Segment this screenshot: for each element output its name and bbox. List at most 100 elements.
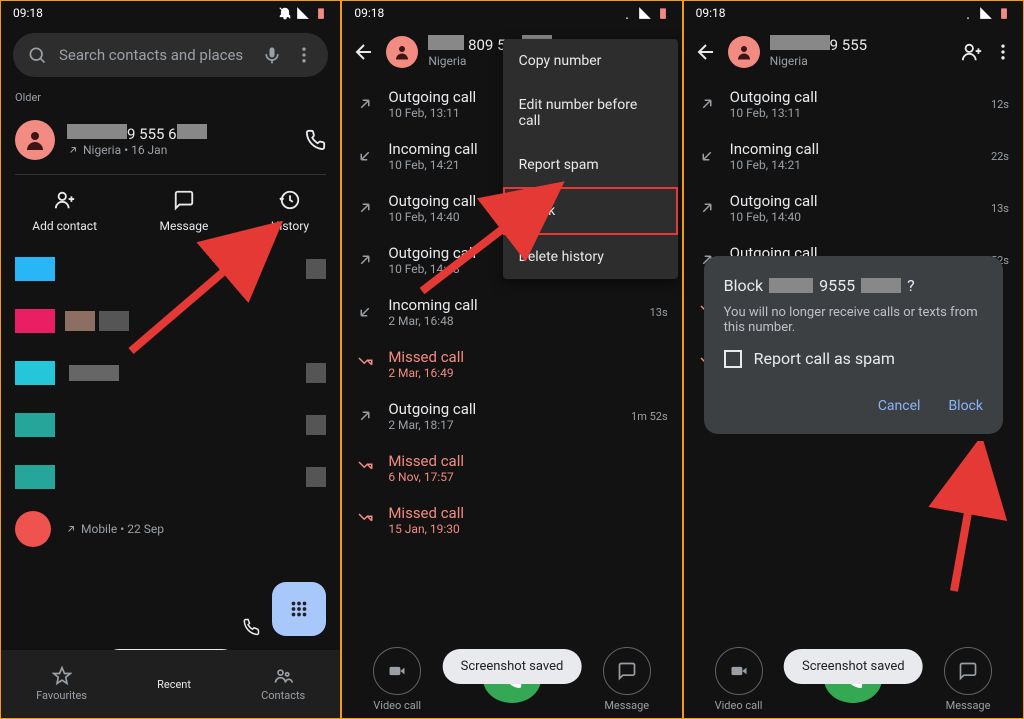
status-bar: 09:18 — [1, 1, 340, 25]
contact-header[interactable]: 9 555 6 Nigeria • 16 Jan — [1, 110, 340, 170]
missed-arrow-icon — [356, 511, 374, 529]
action-row: Add contact Message History — [1, 179, 340, 243]
back-arrow-icon[interactable] — [352, 40, 376, 64]
outgoing-arrow-icon — [67, 144, 79, 156]
message-button[interactable]: Message — [160, 189, 209, 233]
bell-off-icon — [620, 6, 634, 20]
call-icon[interactable] — [304, 129, 326, 151]
status-time: 09:18 — [696, 6, 726, 20]
log-sub: 15 Jan, 19:30 — [388, 522, 653, 536]
history-button[interactable]: History — [271, 189, 309, 233]
log-item[interactable]: Missed call2 Mar, 16:49 — [342, 338, 681, 390]
menu-edit-number[interactable]: Edit number before call — [503, 83, 678, 143]
log-sub: 10 Feb, 14:40 — [730, 210, 977, 224]
report-spam-checkbox[interactable]: Report call as spam — [724, 349, 983, 368]
incoming-arrow-icon — [356, 147, 374, 165]
section-older: Older — [1, 85, 340, 110]
add-contact-icon[interactable] — [961, 41, 983, 63]
list-item[interactable] — [1, 243, 340, 295]
person-icon — [23, 128, 47, 152]
log-info: Incoming call10 Feb, 14:21 — [730, 140, 977, 172]
list-item[interactable] — [1, 347, 340, 399]
message-button[interactable] — [944, 647, 992, 695]
log-title: Outgoing call — [730, 192, 977, 210]
message-icon — [617, 661, 637, 681]
search-bar[interactable]: Search contacts and places — [13, 33, 328, 77]
log-item[interactable]: Outgoing call2 Mar, 18:17 1m 52s — [342, 390, 681, 442]
list-item[interactable] — [1, 399, 340, 451]
incoming-arrow-icon — [698, 147, 716, 165]
avatar — [728, 36, 760, 68]
cancel-button[interactable]: Cancel — [878, 398, 921, 414]
outgoing-arrow-icon — [356, 407, 374, 425]
status-icons — [961, 6, 1011, 20]
dialog-title: Block 9555 ? — [724, 276, 983, 295]
more-icon[interactable] — [993, 42, 1013, 62]
log-list: Mobile • 22 Sep — [1, 243, 340, 555]
log-item[interactable]: Outgoing call10 Feb, 14:4013s — [684, 182, 1023, 234]
status-icons — [278, 6, 328, 20]
menu-report-spam[interactable]: Report spam — [503, 143, 678, 187]
battery-icon — [997, 6, 1011, 20]
log-title: Missed call — [388, 348, 653, 366]
video-call-button[interactable] — [373, 647, 421, 695]
log-sub: 10 Feb, 13:11 — [730, 106, 977, 120]
log-item[interactable]: Outgoing call10 Feb, 13:11 12s — [684, 78, 1023, 130]
signal-icon — [979, 6, 993, 20]
log-duration: 12s — [991, 98, 1009, 111]
battery-icon — [314, 6, 328, 20]
back-arrow-icon[interactable] — [694, 40, 718, 64]
list-item[interactable]: Mobile • 22 Sep — [1, 503, 340, 555]
log-title: Incoming call — [730, 140, 977, 158]
toast: Screenshot saved — [784, 649, 923, 684]
message-icon — [958, 661, 978, 681]
contact-sub: Nigeria • 16 Jan — [67, 143, 292, 157]
log-duration: 13s — [650, 306, 668, 319]
contact-number: 9 555 6 — [67, 124, 292, 143]
menu-delete-history[interactable]: Delete history — [503, 235, 678, 279]
more-icon[interactable] — [294, 45, 314, 65]
message-button[interactable] — [603, 647, 651, 695]
annotation-arrow-icon — [924, 441, 1024, 601]
dialpad-icon — [288, 598, 310, 620]
video-icon — [729, 661, 749, 681]
divider — [15, 174, 326, 175]
nav-recent[interactable]: Recent — [157, 678, 191, 691]
missed-arrow-icon — [356, 355, 374, 373]
detail-header: 9 555 Nigeria — [684, 25, 1023, 78]
block-dialog: Block 9555 ? You will no longer receive … — [704, 256, 1003, 434]
log-item[interactable]: Missed call6 Nov, 17:57 — [342, 442, 681, 494]
nav-favourites[interactable]: Favourites — [36, 666, 87, 702]
list-item[interactable] — [1, 295, 340, 347]
nav-contacts[interactable]: Contacts — [261, 666, 305, 702]
mic-icon[interactable] — [262, 45, 282, 65]
block-button[interactable]: Block — [948, 398, 983, 414]
log-title: Missed call — [388, 452, 653, 470]
list-item[interactable] — [1, 451, 340, 503]
log-info: Outgoing call2 Mar, 18:17 — [388, 400, 617, 432]
log-duration: 22s — [991, 150, 1009, 163]
video-call-button[interactable] — [715, 647, 763, 695]
outgoing-arrow-icon — [356, 251, 374, 269]
log-duration: 1m 52s — [631, 410, 668, 423]
menu-block[interactable]: Block — [503, 187, 678, 235]
outgoing-arrow-icon — [698, 199, 716, 217]
add-contact-button[interactable]: Add contact — [32, 189, 97, 233]
dialpad-fab[interactable] — [272, 582, 326, 636]
log-info: Outgoing call10 Feb, 13:11 — [730, 88, 977, 120]
status-bar: 09:18 — [684, 1, 1023, 25]
context-menu: Copy number Edit number before call Repo… — [503, 39, 678, 279]
log-item[interactable]: Incoming call2 Mar, 16:4813s — [342, 286, 681, 338]
log-title: Missed call — [388, 504, 653, 522]
dialog-message: You will no longer receive calls or text… — [724, 305, 983, 335]
avatar — [15, 120, 55, 160]
log-sub: 2 Mar, 16:49 — [388, 366, 653, 380]
log-info: Missed call6 Nov, 17:57 — [388, 452, 653, 484]
menu-copy-number[interactable]: Copy number — [503, 39, 678, 83]
log-item[interactable]: Incoming call10 Feb, 14:21 22s — [684, 130, 1023, 182]
call-icon[interactable] — [242, 618, 260, 636]
incoming-arrow-icon — [356, 303, 374, 321]
star-icon — [52, 666, 72, 686]
outgoing-arrow-icon — [698, 95, 716, 113]
log-item[interactable]: Missed call15 Jan, 19:30 — [342, 494, 681, 546]
